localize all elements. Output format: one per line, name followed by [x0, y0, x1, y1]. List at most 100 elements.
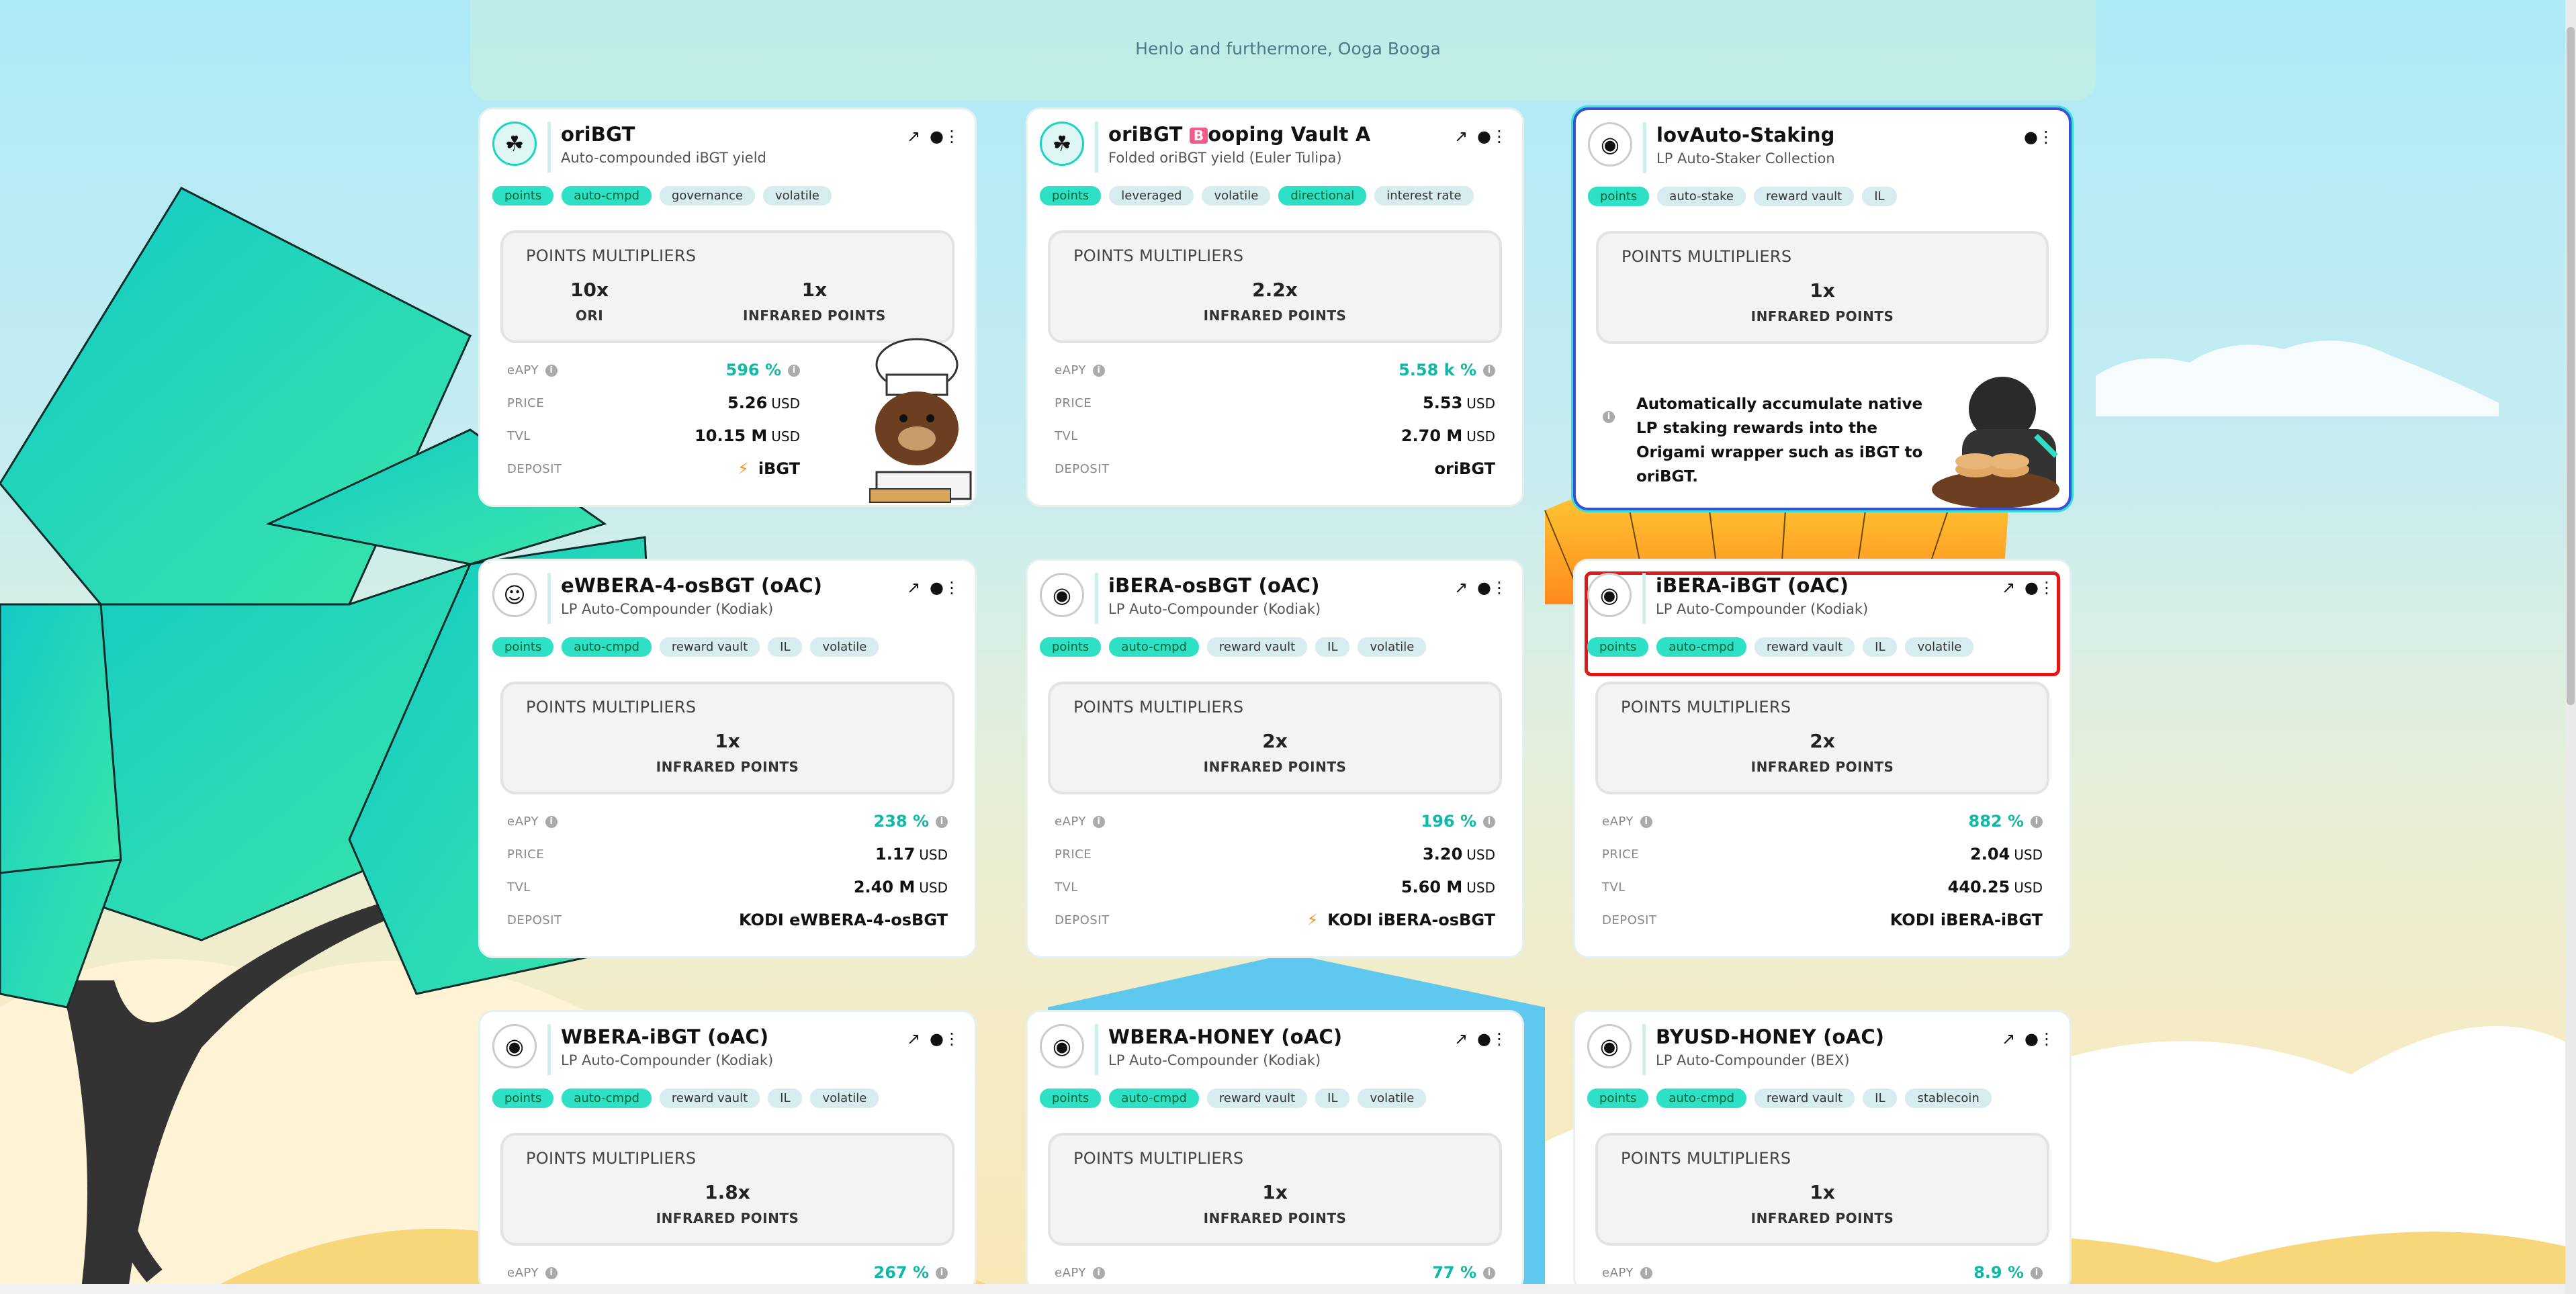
vault-card-wbera-ibgt[interactable]: ◉ WBERA-iBGT (oAC) LP Auto-Compounder (K…: [478, 1010, 977, 1292]
info-icon[interactable]: i: [2031, 1267, 2043, 1279]
tag: auto-cmpd: [1109, 1089, 1199, 1108]
tag: reward vault: [659, 1089, 760, 1108]
external-link-icon[interactable]: ↗: [1454, 1029, 1468, 1048]
deposit-label: DEPOSIT: [1055, 913, 1110, 927]
vault-card-lov-auto-staking[interactable]: ◉ lovAuto-Staking LP Auto-Staker Collect…: [1573, 107, 2072, 510]
points-multipliers-box: POINTS MULTIPLIERS 1x INFRARED POINTS: [500, 682, 954, 794]
deposit-label: DEPOSIT: [507, 913, 562, 927]
bear-paw-icon[interactable]: ●⋮: [2025, 1029, 2055, 1048]
scrollbar-thumb[interactable]: [2567, 27, 2575, 705]
multiplier-name: INFRARED POINTS: [1750, 759, 1894, 775]
multiplier-value: 10x: [570, 279, 609, 301]
vault-card-ibera-osbgt[interactable]: ◉ iBERA-osBGT (oAC) LP Auto-Compounder (…: [1026, 559, 1524, 958]
bear-paw-icon[interactable]: ●⋮: [930, 1029, 960, 1048]
vault-card-byusd-honey[interactable]: ◉ BYUSD-HONEY (oAC) LP Auto-Compounder (…: [1573, 1010, 2072, 1292]
tag: points: [1040, 1089, 1102, 1108]
multiplier-value: 2x: [1262, 730, 1288, 752]
external-link-icon[interactable]: ↗: [1454, 578, 1468, 597]
card-title: BYUSD-HONEY (oAC): [1656, 1025, 1885, 1048]
card-title: oriBGT Booping Vault A: [1108, 123, 1371, 146]
deposit-token: iBGT: [758, 459, 800, 478]
multiplier-name: ORI: [575, 308, 604, 324]
deposit-label: DEPOSIT: [507, 462, 562, 476]
bear-paw-icon[interactable]: ●⋮: [930, 127, 960, 146]
card-subtitle: LP Auto-Compounder (Kodiak): [1108, 601, 1321, 617]
tvl-label: TVL: [1602, 880, 1626, 894]
apy-value: 596 %: [725, 361, 782, 379]
tag: volatile: [1202, 186, 1271, 205]
external-link-icon[interactable]: ↗: [907, 1029, 920, 1048]
price-value: 2.04: [1970, 845, 2010, 864]
deposit-token: KODI eWBERA-4-osBGT: [739, 911, 948, 929]
info-icon[interactable]: i: [1483, 1267, 1495, 1279]
info-icon[interactable]: i: [1092, 816, 1105, 828]
vault-card-ewbera-4-osbgt[interactable]: ☺ eWBERA-4-osBGT (oAC) LP Auto-Compounde…: [478, 559, 977, 958]
tag: IL: [1863, 637, 1898, 657]
tag: points: [1587, 1089, 1649, 1108]
info-icon[interactable]: i: [1640, 816, 1652, 828]
vault-card-oribgt-looping[interactable]: ☘ oriBGT Booping Vault A Folded oriBGT y…: [1026, 107, 1524, 507]
info-icon[interactable]: i: [1092, 365, 1105, 377]
card-subtitle: LP Auto-Compounder (BEX): [1656, 1052, 1850, 1068]
info-icon[interactable]: i: [545, 1267, 558, 1279]
info-icon[interactable]: i: [545, 816, 558, 828]
bear-paw-icon[interactable]: ●⋮: [2025, 578, 2055, 597]
external-link-icon[interactable]: ↗: [1454, 127, 1468, 146]
points-multipliers-label: POINTS MULTIPLIERS: [526, 1149, 697, 1168]
tag: volatile: [810, 1089, 879, 1108]
points-multipliers-box: POINTS MULTIPLIERS 1x INFRARED POINTS: [1595, 1133, 2049, 1246]
bear-paw-icon[interactable]: ●⋮: [930, 578, 960, 597]
apy-value: 8.9 %: [1973, 1263, 2024, 1282]
bear-paw-icon[interactable]: ●⋮: [1477, 578, 1507, 597]
tag: stablecoin: [1905, 1089, 1992, 1108]
points-multipliers-box: POINTS MULTIPLIERS 1x INFRARED POINTS: [1048, 1133, 1502, 1246]
tag: volatile: [1358, 1089, 1427, 1108]
pair-logo-icon: ◉: [1587, 1024, 1632, 1068]
tvl-value: 2.70 M: [1401, 426, 1463, 445]
tag: volatile: [1905, 637, 1974, 657]
info-icon[interactable]: i: [1092, 1267, 1105, 1279]
page-scrollbar[interactable]: [2565, 0, 2576, 1294]
info-icon[interactable]: i: [1483, 816, 1495, 828]
multiplier-name: INFRARED POINTS: [656, 1210, 799, 1226]
tvl-label: TVL: [1055, 880, 1078, 894]
external-link-icon[interactable]: ↗: [2002, 1029, 2015, 1048]
tag: IL: [1863, 1089, 1898, 1108]
info-icon[interactable]: i: [1640, 1267, 1652, 1279]
info-icon[interactable]: i: [1483, 365, 1495, 377]
apy-label: eAPY i: [507, 1266, 558, 1280]
info-icon[interactable]: i: [2031, 816, 2043, 828]
card-title: oriBGT: [561, 123, 635, 146]
page-subtitle: Henlo and furthermore, Ooga Booga: [1135, 39, 1441, 58]
tvl-value: 10.15 M: [695, 426, 768, 445]
divider: [1642, 1024, 1646, 1075]
multiplier-value: 1x: [1810, 1181, 1835, 1203]
price-label: PRICE: [507, 847, 545, 862]
tag: reward vault: [1754, 637, 1855, 657]
tag: points: [1587, 637, 1649, 657]
bear-paw-icon[interactable]: ●⋮: [1477, 127, 1507, 146]
deposit-token: KODI iBERA-iBGT: [1890, 911, 2043, 929]
external-link-icon[interactable]: ↗: [907, 578, 920, 597]
bear-paw-icon[interactable]: ●⋮: [2024, 128, 2054, 146]
external-link-icon[interactable]: ↗: [907, 127, 920, 146]
pair-logo-icon: ◉: [492, 1024, 537, 1068]
info-icon[interactable]: i: [936, 816, 948, 828]
external-link-icon[interactable]: ↗: [2002, 578, 2015, 597]
page-title: ​: [0, 0, 2576, 15]
vault-card-wbera-honey[interactable]: ◉ WBERA-HONEY (oAC) LP Auto-Compounder (…: [1026, 1010, 1524, 1292]
bear-paw-icon[interactable]: ●⋮: [1477, 1029, 1507, 1048]
points-multipliers-label: POINTS MULTIPLIERS: [526, 246, 697, 265]
info-icon[interactable]: i: [545, 365, 558, 377]
tag: points: [1588, 187, 1650, 206]
multiplier-name: INFRARED POINTS: [1203, 308, 1347, 324]
tag: IL: [768, 637, 803, 657]
points-multipliers-label: POINTS MULTIPLIERS: [526, 698, 697, 717]
info-icon[interactable]: i: [936, 1267, 948, 1279]
info-icon[interactable]: i: [1603, 411, 1615, 423]
vault-card-ibera-ibgt[interactable]: ◉ iBERA-iBGT (oAC) LP Auto-Compounder (K…: [1573, 559, 2072, 958]
vault-card-oribgt[interactable]: ☘ oriBGT Auto-compounded iBGT yield ↗ ●⋮ …: [478, 107, 977, 507]
multiplier-value: 1x: [801, 279, 828, 301]
tag: directional: [1278, 186, 1367, 205]
info-icon[interactable]: i: [788, 365, 800, 377]
